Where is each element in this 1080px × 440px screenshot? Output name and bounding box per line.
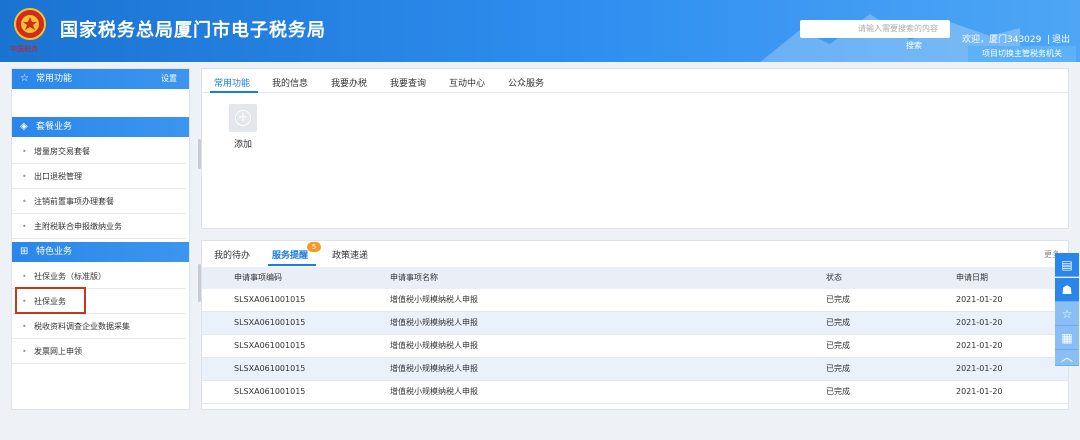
sidebar-item[interactable]: 出口退税管理 (12, 164, 186, 189)
tab-my-info[interactable]: 我的信息 (272, 76, 308, 89)
cell-name: 增值税小规模纳税人申报 (390, 387, 478, 396)
plus-icon: + (235, 110, 251, 126)
document-icon[interactable]: ▤ (1055, 253, 1079, 277)
column-header: 状态 (826, 273, 842, 282)
user-service-icon[interactable]: ☗ (1055, 278, 1079, 302)
tab-my-todo[interactable]: 我的待办 (214, 248, 250, 261)
site-title: 国家税务总局厦门市电子税务局 (60, 20, 326, 41)
calculator-icon[interactable]: ▦ (1055, 326, 1079, 350)
tab-service-reminder[interactable]: 服务提醒 (272, 248, 308, 261)
header: 中国税务 国家税务总局厦门市电子税务局 请输入需要搜索的内容 搜索 欢迎，厦门3… (0, 0, 1080, 62)
cell-date: 2021-01-20 (956, 318, 1003, 327)
service-reminder-panel: 我的待办 服务提醒 5 政策速递 更多 申请事项编码 申请事项名称 状态 申请日… (201, 240, 1069, 410)
tab-common-functions[interactable]: 常用功能 (214, 76, 250, 89)
table-row[interactable]: SLSXA061001015 增值税小规模纳税人申报 已完成 2021-01-2… (202, 381, 1068, 404)
cell-code: SLSXA061001015 (234, 387, 306, 396)
sidebar-section-special[interactable]: ⊞ 特色业务 (12, 242, 189, 262)
sidebar-item[interactable]: 社保业务（标准版） (12, 264, 186, 289)
active-tab-indicator (268, 264, 316, 266)
sidebar-item[interactable]: 发票网上申领 (12, 339, 186, 364)
sidebar-section-common[interactable]: ☆ 常用功能 设置 (12, 69, 189, 89)
cell-code: SLSXA061001015 (234, 318, 306, 327)
common-functions-panel: 常用功能 我的信息 我要办税 我要查询 互动中心 公众服务 + 添加 (201, 68, 1069, 229)
cell-code: SLSXA061001015 (234, 364, 306, 373)
tab-policy-news[interactable]: 政策速递 (332, 248, 368, 261)
sidebar: ☆ 常用功能 设置 ◈ 套餐业务 增量房交易套餐 出口退税管理 注销前置事项办理… (11, 68, 201, 410)
tab-interaction[interactable]: 互动中心 (449, 76, 485, 89)
star-icon: ☆ (20, 73, 29, 84)
favorite-star-icon[interactable]: ☆ (1055, 302, 1079, 326)
cell-name: 增值税小规模纳税人申报 (390, 341, 478, 350)
tab-query[interactable]: 我要查询 (390, 76, 426, 89)
switch-tax-office-button[interactable]: 项目切换主管税务机关 (968, 46, 1076, 62)
cell-name: 增值税小规模纳税人申报 (390, 364, 478, 373)
sidebar-section-package[interactable]: ◈ 套餐业务 (12, 117, 189, 137)
cell-name: 增值税小规模纳税人申报 (390, 295, 478, 304)
column-header: 申请事项名称 (390, 273, 438, 282)
cell-date: 2021-01-20 (956, 364, 1003, 373)
cell-status: 已完成 (826, 364, 850, 373)
cell-date: 2021-01-20 (956, 295, 1003, 304)
cell-status: 已完成 (826, 295, 850, 304)
cell-code: SLSXA061001015 (234, 341, 306, 350)
active-tab-indicator (210, 91, 258, 93)
highlight-box (15, 287, 86, 314)
table-header: 申请事项编码 申请事项名称 状态 申请日期 (202, 267, 1068, 289)
layers-icon: ◈ (20, 121, 28, 132)
grid-icon: ⊞ (20, 246, 29, 257)
cell-status: 已完成 (826, 387, 850, 396)
add-function-button[interactable]: + (229, 104, 257, 132)
cell-name: 增值税小规模纳税人申报 (390, 318, 478, 327)
search-button[interactable]: 搜索 (906, 40, 922, 51)
add-label: 添加 (234, 140, 253, 150)
settings-link[interactable]: 设置 (161, 69, 177, 89)
table-row[interactable]: SLSXA061001015 增值税小规模纳税人申报 已完成 2021-01-2… (202, 335, 1068, 358)
column-header: 申请日期 (956, 273, 988, 282)
sidebar-item[interactable]: 注销前置事项办理套餐 (12, 189, 186, 214)
cell-code: SLSXA061001015 (234, 295, 306, 304)
welcome-text: 欢迎，厦门343029 | (962, 35, 1051, 45)
reminder-count-badge: 5 (307, 242, 321, 252)
column-header: 申请事项编码 (234, 273, 282, 282)
sidebar-item[interactable]: 税收资料调查企业数据采集 (12, 314, 186, 339)
table-row[interactable]: SLSXA061001015 增值税小规模纳税人申报 已完成 2021-01-2… (202, 289, 1068, 312)
table-row[interactable]: SLSXA061001015 增值税小规模纳税人申报 已完成 2021-01-2… (202, 358, 1068, 381)
table-row[interactable]: SLSXA061001015 增值税小规模纳税人申报 已完成 2021-01-2… (202, 312, 1068, 335)
emblem-text: 中国税务 (10, 45, 38, 53)
search-input[interactable]: 请输入需要搜索的内容 (800, 20, 950, 38)
sidebar-item[interactable]: 主附税联合申报缴纳业务 (12, 214, 186, 239)
cell-status: 已完成 (826, 318, 850, 327)
cell-date: 2021-01-20 (956, 341, 1003, 350)
main-tabs: 常用功能 我的信息 我要办税 我要查询 互动中心 公众服务 (202, 69, 1068, 93)
tab-tax-handling[interactable]: 我要办税 (331, 76, 367, 89)
cell-date: 2021-01-20 (956, 387, 1003, 396)
sidebar-item[interactable]: 增量房交易套餐 (12, 139, 186, 164)
tab-public-service[interactable]: 公众服务 (508, 76, 544, 89)
back-to-top-icon[interactable]: ︿ (1055, 350, 1079, 366)
cell-status: 已完成 (826, 341, 850, 350)
logout-link[interactable]: 退出 (1052, 32, 1070, 45)
